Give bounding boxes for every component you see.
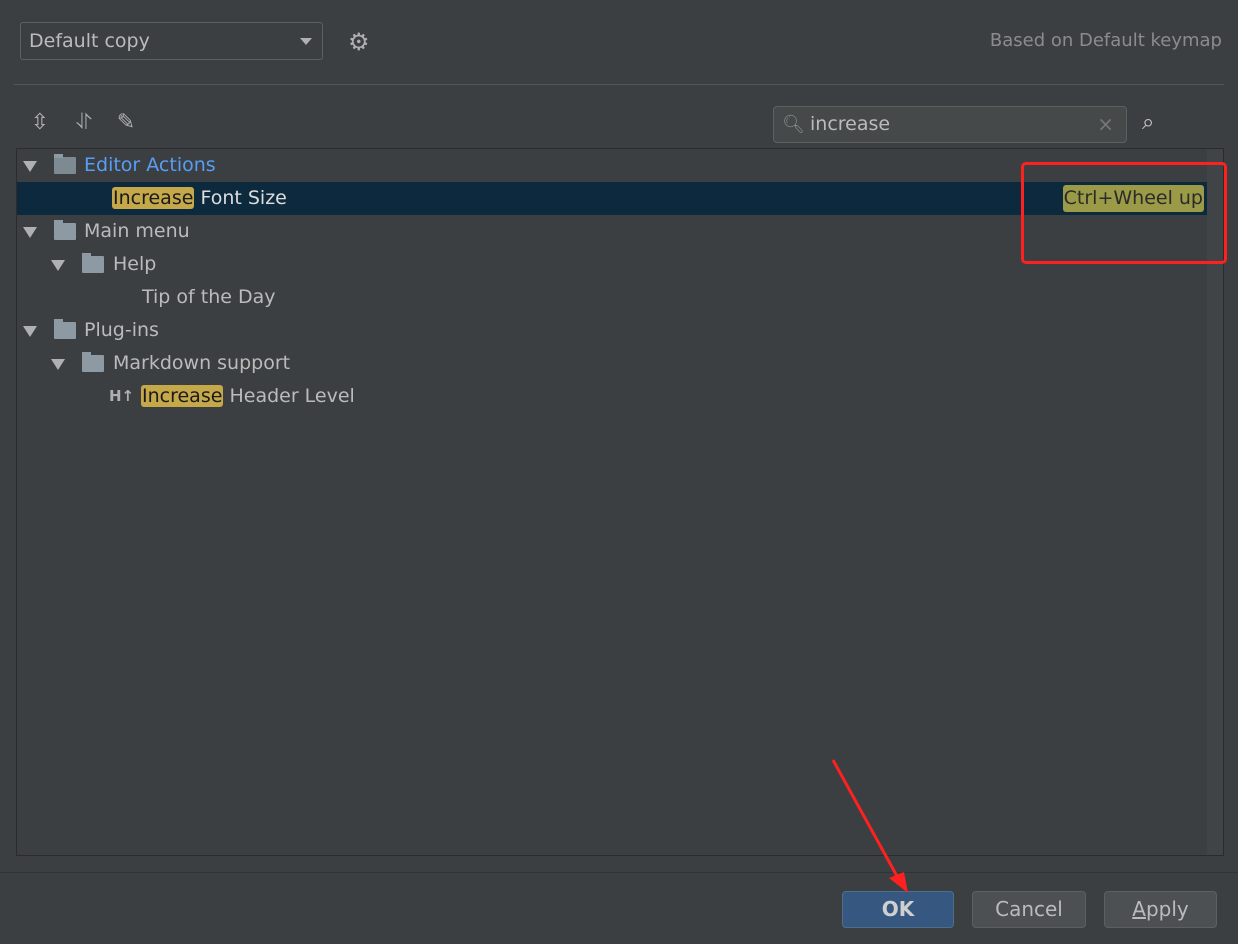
annotation-arrow (831, 759, 908, 893)
